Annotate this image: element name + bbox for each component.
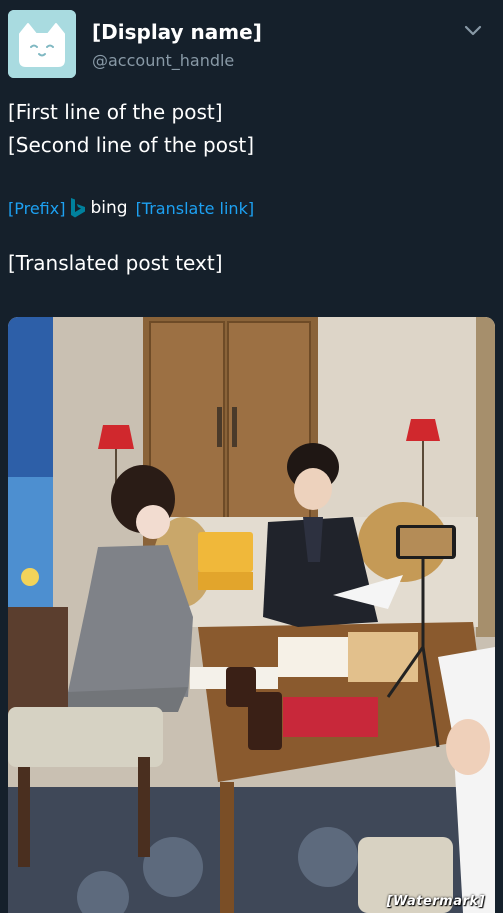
interview-photo bbox=[8, 317, 495, 913]
watermark: [Watermark] bbox=[386, 894, 485, 909]
chevron-down-icon[interactable] bbox=[462, 20, 484, 42]
tweet-text-line: [Second line of the post] bbox=[8, 133, 255, 157]
tweet: [Display name] @account_handle [First li… bbox=[0, 0, 503, 913]
bing-label: bing bbox=[90, 198, 128, 218]
tweet-photo[interactable]: [Watermark] bbox=[8, 317, 495, 913]
cat-face-icon bbox=[8, 10, 76, 78]
translate-link[interactable]: [Prefix] bing [Translate link] bbox=[8, 194, 254, 222]
bing-logo-icon bbox=[69, 197, 87, 219]
translated-text: [Translated post text] bbox=[8, 251, 223, 275]
tweet-text: [First line of the post] [Second line of… bbox=[8, 96, 496, 162]
avatar[interactable] bbox=[8, 10, 76, 78]
translate-suffix: [Translate link] bbox=[135, 198, 255, 218]
translate-prefix: [Prefix] bbox=[8, 198, 66, 218]
display-name[interactable]: [Display name] bbox=[92, 18, 262, 46]
tweet-text-line: [First line of the post] bbox=[8, 100, 223, 124]
user-handle[interactable]: @account_handle bbox=[92, 50, 234, 72]
